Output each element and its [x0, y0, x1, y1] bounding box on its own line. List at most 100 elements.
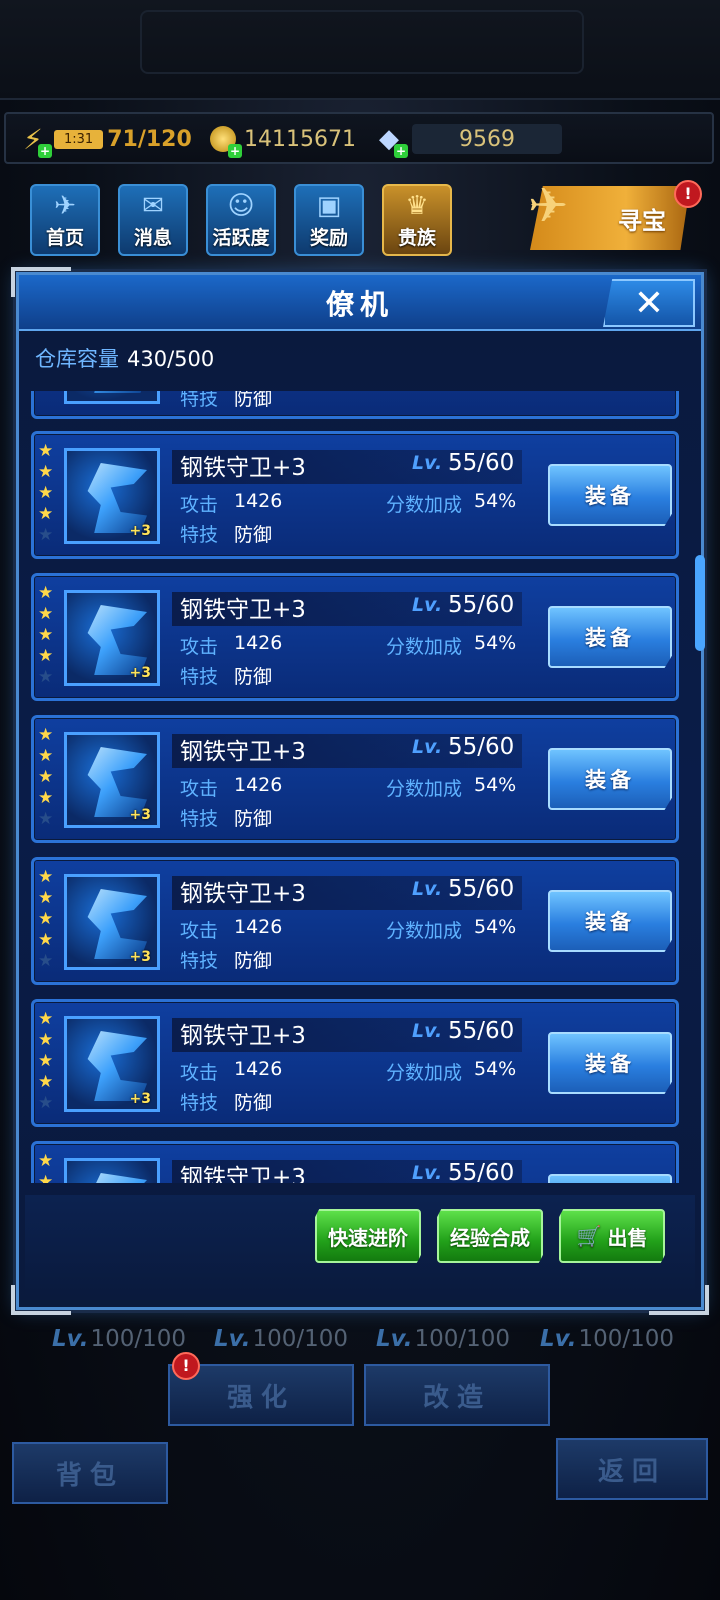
wingman-thumbnail: +3: [64, 1158, 160, 1183]
level-label: Lv.: [412, 594, 443, 616]
equip-button[interactable]: 装备: [548, 1032, 672, 1094]
list-item[interactable]: ★★★★★+3钢铁守卫+3Lv.55/60攻击1426分数加成54%特技防御装备: [31, 1141, 679, 1183]
upgrade-badge: +3: [129, 523, 151, 539]
list-item[interactable]: ★★★★★+3钢铁守卫+3Lv.55/60攻击1426分数加成54%特技防御装备: [31, 573, 679, 701]
quick-advance-button[interactable]: 快速进阶: [315, 1209, 421, 1263]
close-button[interactable]: ✕: [603, 279, 695, 327]
level-value: 55/60: [448, 450, 515, 476]
list-item[interactable]: 特技 防御: [31, 391, 679, 419]
equip-button[interactable]: 装备: [548, 606, 672, 668]
equip-button[interactable]: 装备: [548, 1174, 672, 1183]
nav-rewards-button[interactable]: ▣ 奖励: [294, 184, 364, 256]
star-icon: ★: [38, 625, 54, 645]
list-scrollbar[interactable]: [695, 555, 705, 651]
wingman-thumbnail: +3: [64, 732, 160, 828]
list-item[interactable]: ★★★★★+3钢铁守卫+3Lv.55/60攻击1426分数加成54%特技防御装备: [31, 999, 679, 1127]
skill-label: 特技: [180, 524, 219, 546]
wingman-jet-icon: [87, 1173, 147, 1183]
star-rating: ★★★★★: [38, 868, 53, 971]
skill-value: 防御: [234, 1092, 273, 1114]
star-icon: ★: [38, 483, 54, 503]
star-icon: ★: [38, 867, 54, 887]
skill-label: 特技: [180, 950, 219, 972]
gem-resource[interactable]: ◆ + 9569: [372, 122, 562, 158]
star-icon: ★: [38, 1030, 54, 1050]
wingman-thumbnail: [64, 391, 160, 404]
list-item[interactable]: ★★★★★+3钢铁守卫+3Lv.55/60攻击1426分数加成54%特技防御装备: [31, 715, 679, 843]
skill-value: 防御: [234, 391, 273, 410]
gold-value: 14115671: [244, 126, 356, 152]
back-button[interactable]: 返回: [556, 1438, 708, 1500]
item-name: 钢铁守卫+3: [180, 1023, 306, 1049]
nav-home-label: 首页: [45, 227, 84, 249]
attack-value: 1426: [234, 774, 283, 796]
smile-icon: ☺: [227, 191, 255, 221]
skill-value: 防御: [234, 666, 273, 688]
star-icon: ★: [38, 525, 54, 545]
treasure-jet-icon: ✈: [528, 178, 569, 234]
equip-button[interactable]: 装备: [548, 464, 672, 526]
attack-value: 1426: [234, 490, 283, 512]
wingman-thumbnail: +3: [64, 1016, 160, 1112]
level-display-3: Lv.100/100: [376, 1326, 511, 1352]
nav-rewards-label: 奖励: [309, 227, 348, 249]
energy-value: 71/120: [107, 126, 192, 152]
star-icon: ★: [38, 1051, 54, 1071]
wingman-thumbnail: +3: [64, 590, 160, 686]
gem-icon: ◆ +: [379, 124, 408, 158]
gold-resource[interactable]: + 14115671: [206, 122, 356, 158]
sell-button[interactable]: 🛒 出售: [559, 1209, 665, 1263]
score-bonus-label: 分数加成: [386, 494, 463, 516]
nav-home-button[interactable]: ✈ 首页: [30, 184, 100, 256]
star-icon: ★: [38, 583, 54, 603]
star-rating: ★★★★★: [38, 584, 53, 687]
attack-label: 攻击: [180, 494, 219, 516]
star-rating: ★★★★★: [38, 726, 53, 829]
modal-title: 僚机: [325, 288, 394, 321]
level-value: 55/60: [448, 734, 515, 760]
score-bonus-label: 分数加成: [386, 1062, 463, 1084]
upgrade-badge: +3: [129, 665, 151, 681]
star-icon: ★: [38, 767, 54, 787]
attack-label: 攻击: [180, 1062, 219, 1084]
level-value: 55/60: [448, 592, 515, 618]
nav-activity-button[interactable]: ☺ 活跃度: [206, 184, 276, 256]
treasure-label: 寻宝: [618, 206, 666, 235]
list-item[interactable]: ★★★★★+3钢铁守卫+3Lv.55/60攻击1426分数加成54%特技防御装备: [31, 857, 679, 985]
star-icon: ★: [38, 604, 54, 624]
level-display-1: Lv.100/100: [52, 1326, 187, 1352]
score-bonus-value: 54%: [474, 774, 517, 796]
star-icon: ★: [38, 951, 54, 971]
skill-label: 特技: [180, 391, 219, 410]
star-icon: ★: [38, 809, 54, 829]
crown-icon: ♛: [405, 191, 429, 221]
energy-resource[interactable]: ⚡ + 1:31 71/120: [16, 122, 192, 158]
level-label: Lv.: [412, 1162, 443, 1183]
lightning-icon: ⚡ +: [23, 122, 52, 158]
gift-icon: ▣: [316, 191, 342, 221]
nav-activity-label: 活跃度: [212, 227, 270, 249]
modal-header: 僚机 ✕: [19, 275, 701, 331]
level-label: Lv.: [412, 878, 443, 900]
list-item[interactable]: ★★★★★+3钢铁守卫+3Lv.55/60攻击1426分数加成54%特技防御装备: [31, 431, 679, 559]
equip-button[interactable]: 装备: [548, 890, 672, 952]
modify-button[interactable]: 改造: [364, 1364, 550, 1426]
bag-button[interactable]: 背包: [12, 1442, 168, 1504]
nav-noble-button[interactable]: ♛ 贵族: [382, 184, 452, 256]
nav-messages-button[interactable]: ✉ 消息: [118, 184, 188, 256]
wingman-list[interactable]: 特技 防御 ★ ★ ★ ★ ★ +3 钢铁守卫+3 Lv. 55/60 攻击 1426 分数加成 54%…: [31, 391, 681, 1183]
equip-button[interactable]: 装备: [548, 748, 672, 810]
treasure-alert-badge: !: [674, 180, 702, 208]
skill-value: 防御: [234, 808, 273, 830]
item-name: 钢铁守卫+3: [180, 881, 306, 907]
level-value: 55/60: [448, 1160, 515, 1183]
score-bonus-value: 54%: [474, 1058, 517, 1080]
star-icon: ★: [38, 1093, 54, 1113]
exp-merge-button[interactable]: 经验合成: [437, 1209, 543, 1263]
star-icon: ★: [38, 1009, 54, 1029]
score-bonus-label: 分数加成: [386, 636, 463, 658]
upgrade-badge: +3: [129, 949, 151, 965]
star-icon: ★: [38, 1172, 54, 1184]
nav-noble-label: 贵族: [397, 227, 436, 249]
star-rating: ★★★★★: [38, 1010, 53, 1113]
